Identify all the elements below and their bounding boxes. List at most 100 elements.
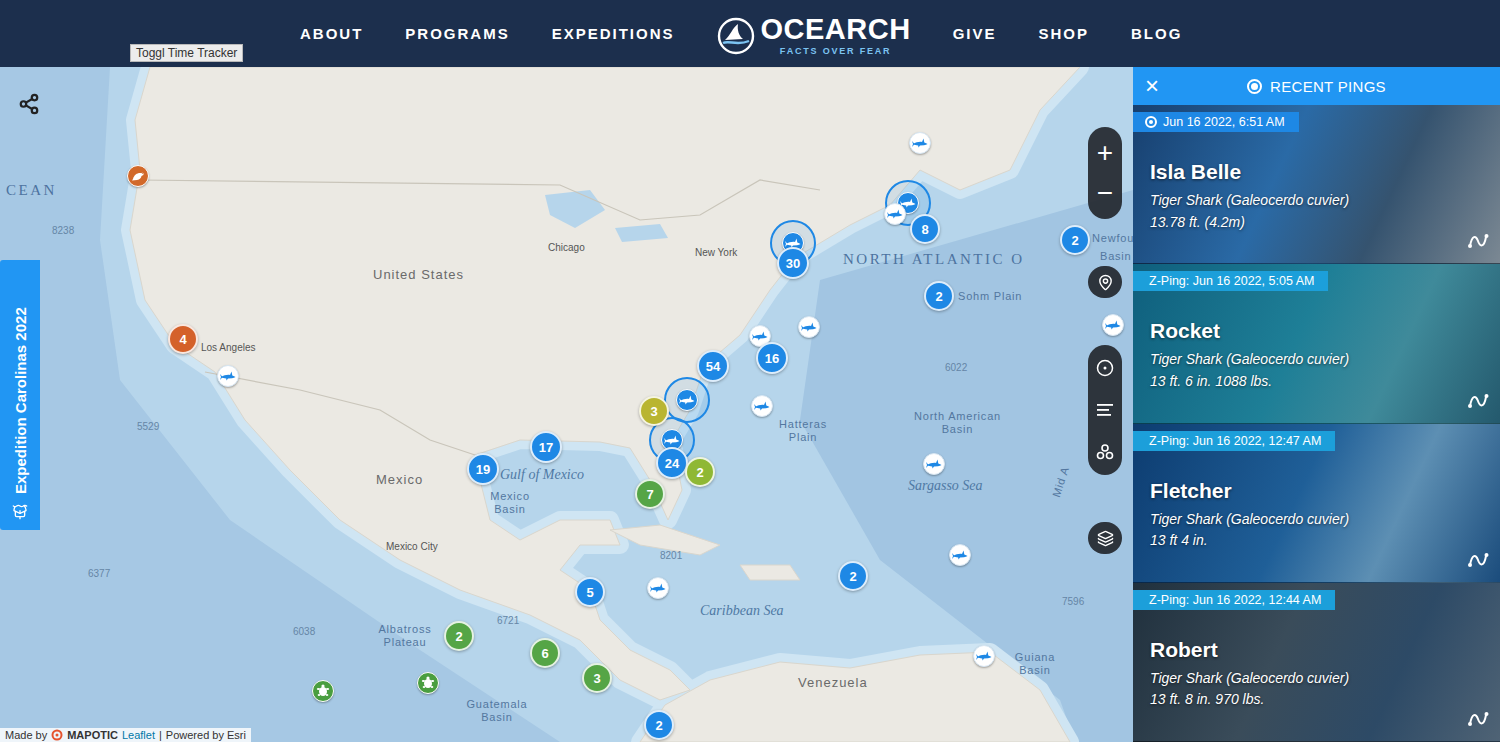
shark-marker[interactable]	[798, 316, 820, 338]
logo[interactable]: OCEARCHFACTS OVER FEAR	[717, 15, 911, 56]
mapotic-brand[interactable]: MAPOTIC	[67, 729, 118, 741]
map-background-icon	[0, 67, 1133, 742]
shark-marker[interactable]	[647, 577, 669, 599]
map[interactable]: CEAN8238United StatesChicagoNew YorkLos …	[0, 67, 1133, 742]
shark-icon	[664, 434, 680, 446]
expedition-label: Expedition Carolinas 2022	[12, 307, 29, 494]
shark-size: 13 ft. 6 in. 1088 lbs.	[1150, 371, 1500, 393]
shark-marker[interactable]	[884, 203, 906, 225]
cluster-marker[interactable]: 54	[697, 350, 729, 382]
sidebar-title: RECENT PINGS	[1171, 78, 1500, 95]
map-label: Basin	[1100, 250, 1132, 263]
shark-marker[interactable]	[217, 365, 239, 387]
cluster-marker[interactable]: 2	[685, 457, 715, 487]
cluster-marker[interactable]: 6	[530, 638, 560, 668]
zoom-out-button[interactable]: −	[1097, 175, 1113, 211]
sidebar: ×RECENT PINGSJun 16 2022, 6:51 AMIsla Be…	[1133, 67, 1500, 742]
ping-card[interactable]: Z-Ping: Jun 16 2022, 12:47 AMFletcherTig…	[1133, 424, 1500, 583]
cluster-marker[interactable]: 5	[575, 577, 605, 607]
shark-marker[interactable]	[1102, 314, 1124, 336]
cluster-marker[interactable]: 2	[838, 561, 868, 591]
cluster-marker[interactable]: 2	[444, 621, 474, 651]
live-icon	[1145, 116, 1157, 128]
locate-button[interactable]	[1088, 266, 1122, 298]
ship-icon	[12, 504, 28, 520]
map-label: Mexico	[376, 472, 423, 488]
track-button[interactable]	[1467, 231, 1491, 251]
cluster-marker[interactable]: 19	[467, 453, 499, 485]
share-button[interactable]	[18, 93, 40, 115]
attribution-link[interactable]: Powered by Esri	[166, 729, 246, 741]
ping-card[interactable]: Z-Ping: Jun 16 2022, 12:44 AMRobertTiger…	[1133, 583, 1500, 742]
shark-icon	[1105, 319, 1121, 331]
attribution-link[interactable]: Leaflet	[122, 729, 155, 741]
map-label: Caribbean Sea	[700, 603, 784, 620]
map-label: Hatteras Plain	[776, 418, 830, 444]
cluster-marker[interactable]: 2	[644, 710, 674, 740]
zoom-control: +−	[1088, 127, 1122, 219]
shark-marker[interactable]	[973, 645, 995, 667]
map-label: Chicago	[548, 242, 585, 254]
shark-marker[interactable]	[751, 395, 773, 417]
cluster-marker[interactable]: 30	[777, 247, 809, 279]
map-label: 7596	[1062, 596, 1084, 608]
cluster-marker[interactable]: 24	[656, 447, 688, 479]
sidebar-header: ×RECENT PINGS	[1133, 67, 1500, 105]
close-button[interactable]: ×	[1133, 74, 1171, 98]
logo-name: OCEARCH	[761, 15, 911, 44]
track-icon	[1467, 709, 1491, 729]
cluster-marker[interactable]: 17	[530, 431, 562, 463]
cluster-marker[interactable]: 16	[756, 342, 788, 374]
track-button[interactable]	[1467, 709, 1491, 729]
cluster-marker[interactable]: 4	[168, 324, 198, 354]
nav-item[interactable]: SHOP	[1039, 25, 1090, 42]
nav-item[interactable]: BLOG	[1131, 25, 1182, 42]
track-button[interactable]	[1467, 391, 1491, 411]
nav-item[interactable]: ABOUT	[300, 25, 363, 42]
zoom-in-button[interactable]: +	[1097, 135, 1113, 171]
map-label: 6721	[497, 615, 519, 627]
shark-size: 13 ft. 8 in. 970 lbs.	[1150, 689, 1500, 711]
shark-species: Tiger Shark (Galeocerdo cuvier)	[1150, 190, 1500, 212]
nav-item[interactable]: GIVE	[953, 25, 997, 42]
live-button[interactable]	[1095, 358, 1115, 378]
map-label: Mexico City	[386, 541, 438, 553]
cluster-marker[interactable]: 8	[910, 214, 940, 244]
layers-button[interactable]	[1088, 522, 1122, 554]
shark-marker[interactable]	[909, 132, 931, 154]
track-button[interactable]	[1467, 550, 1491, 570]
cluster-marker[interactable]: 2	[1060, 225, 1090, 255]
shark-marker[interactable]	[676, 389, 698, 411]
shark-icon	[887, 208, 903, 220]
cluster-marker[interactable]: 7	[635, 479, 665, 509]
nav-item[interactable]: EXPEDITIONS	[552, 25, 675, 42]
cluster-marker[interactable]: 3	[582, 663, 612, 693]
map-label: Venezuela	[798, 675, 868, 691]
list-icon	[1096, 402, 1114, 418]
cluster-marker[interactable]: 3	[639, 396, 669, 426]
shark-name: Rocket	[1150, 319, 1500, 343]
turtle-marker[interactable]	[312, 680, 334, 702]
shark-name: Isla Belle	[1150, 160, 1500, 184]
seal-marker[interactable]	[127, 165, 149, 187]
map-label: North American Basin	[900, 410, 1015, 436]
shark-icon	[926, 458, 942, 470]
radio-icon	[1247, 79, 1262, 94]
map-label: Newfou	[1092, 232, 1133, 245]
cluster-button[interactable]	[1095, 442, 1115, 462]
map-label: Gulf of Mexico	[500, 467, 584, 484]
shark-marker[interactable]	[923, 453, 945, 475]
expedition-tab[interactable]: Expedition Carolinas 2022	[0, 260, 40, 530]
layers-icon	[1097, 530, 1114, 547]
nav-item[interactable]: PROGRAMS	[405, 25, 509, 42]
ping-card[interactable]: Z-Ping: Jun 16 2022, 5:05 AMRocketTiger …	[1133, 264, 1500, 423]
attribution: Made byMAPOTICLeaflet|Powered by Esri	[0, 728, 251, 742]
turtle-marker[interactable]	[417, 672, 439, 694]
tooltip: Toggl Time Tracker	[130, 44, 243, 62]
ping-card[interactable]: Jun 16 2022, 6:51 AMIsla BelleTiger Shar…	[1133, 105, 1500, 264]
shark-marker[interactable]	[949, 544, 971, 566]
cluster-marker[interactable]: 2	[924, 281, 954, 311]
list-button[interactable]	[1095, 400, 1115, 420]
shark-icon	[650, 582, 666, 594]
separator: |	[159, 729, 162, 741]
